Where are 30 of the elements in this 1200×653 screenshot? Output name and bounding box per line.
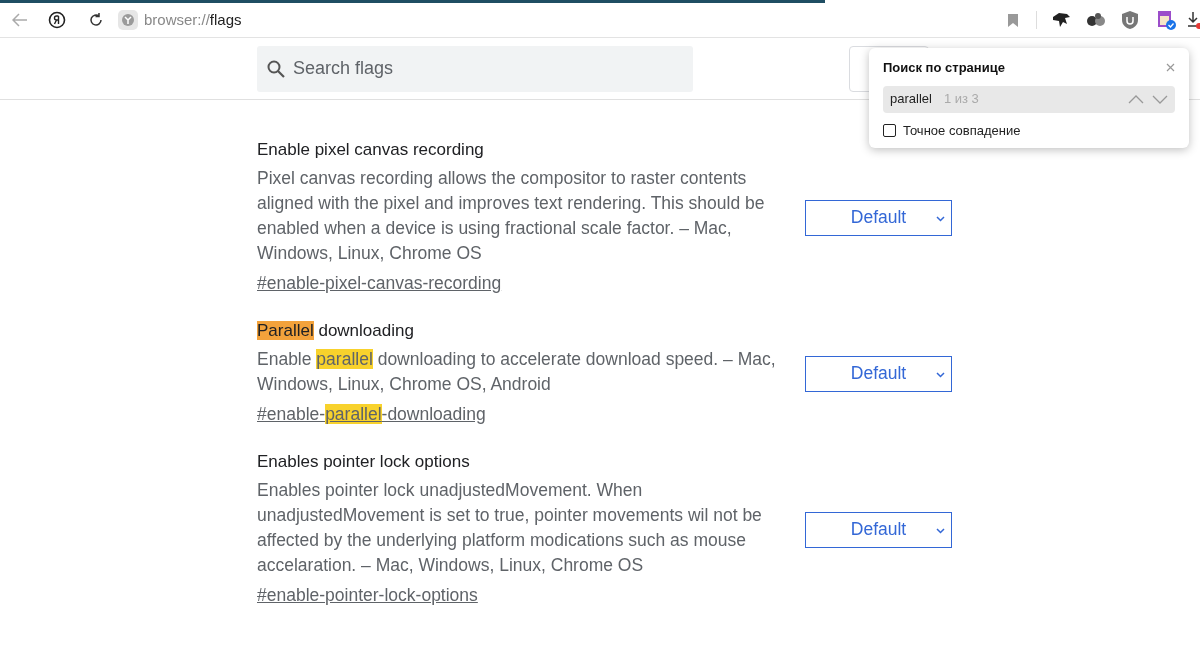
chevron-down-icon bbox=[936, 215, 945, 222]
site-badge-icon bbox=[118, 10, 138, 30]
flag-select[interactable]: Default bbox=[805, 355, 952, 392]
flag-select[interactable]: Default bbox=[805, 199, 952, 236]
chevron-down-icon bbox=[936, 527, 945, 534]
extension-icon[interactable] bbox=[1086, 12, 1106, 28]
flag-title: Parallel downloading bbox=[257, 320, 415, 342]
reload-icon[interactable] bbox=[88, 12, 104, 28]
download-icon[interactable] bbox=[1188, 11, 1200, 29]
flag-link[interactable]: #enable-parallel-downloading bbox=[257, 400, 486, 428]
flag-title: Enable pixel canvas recording bbox=[257, 139, 485, 161]
flag-description: Enables pointer lock unadjustedMovement. When unadjustedMovement is set to true, pointer movements wil not be affected by the underlying platform modications such as mouse accelaration. – Mac, Windows, Linux, Chrome OS bbox=[257, 479, 763, 577]
extension-icon[interactable] bbox=[1051, 11, 1071, 29]
flag-description: Pixel canvas recording allows the compositor to raster contents aligned with the pixel and improves text rendering. This should be enabled when a device is using fractional scale factor. – Mac, Windows, Linux, Chrome OS bbox=[257, 167, 766, 265]
search-icon bbox=[267, 59, 285, 78]
flag-select[interactable]: Default bbox=[805, 511, 952, 548]
close-icon[interactable] bbox=[1166, 63, 1175, 73]
browser-logo-icon[interactable] bbox=[48, 11, 66, 29]
shield-icon[interactable] bbox=[1122, 11, 1138, 29]
search-field[interactable]: Search flags bbox=[257, 45, 693, 92]
flag-title: Enables pointer lock options bbox=[257, 451, 471, 473]
address-text[interactable]: browser://flags bbox=[144, 8, 242, 32]
popup-title: Поиск по странице bbox=[883, 59, 1005, 77]
match-count: 1 из 3 bbox=[943, 90, 979, 109]
chevron-down-icon bbox=[936, 371, 945, 378]
flag-link[interactable]: #enable-pixel-canvas-recording bbox=[257, 269, 502, 297]
flag-link[interactable]: #enable-pointer-lock-options bbox=[257, 581, 478, 609]
exact-match-label: Точное совпадение bbox=[903, 121, 1021, 140]
bookmark-icon[interactable] bbox=[1008, 13, 1018, 27]
exact-match-checkbox[interactable] bbox=[883, 123, 896, 137]
